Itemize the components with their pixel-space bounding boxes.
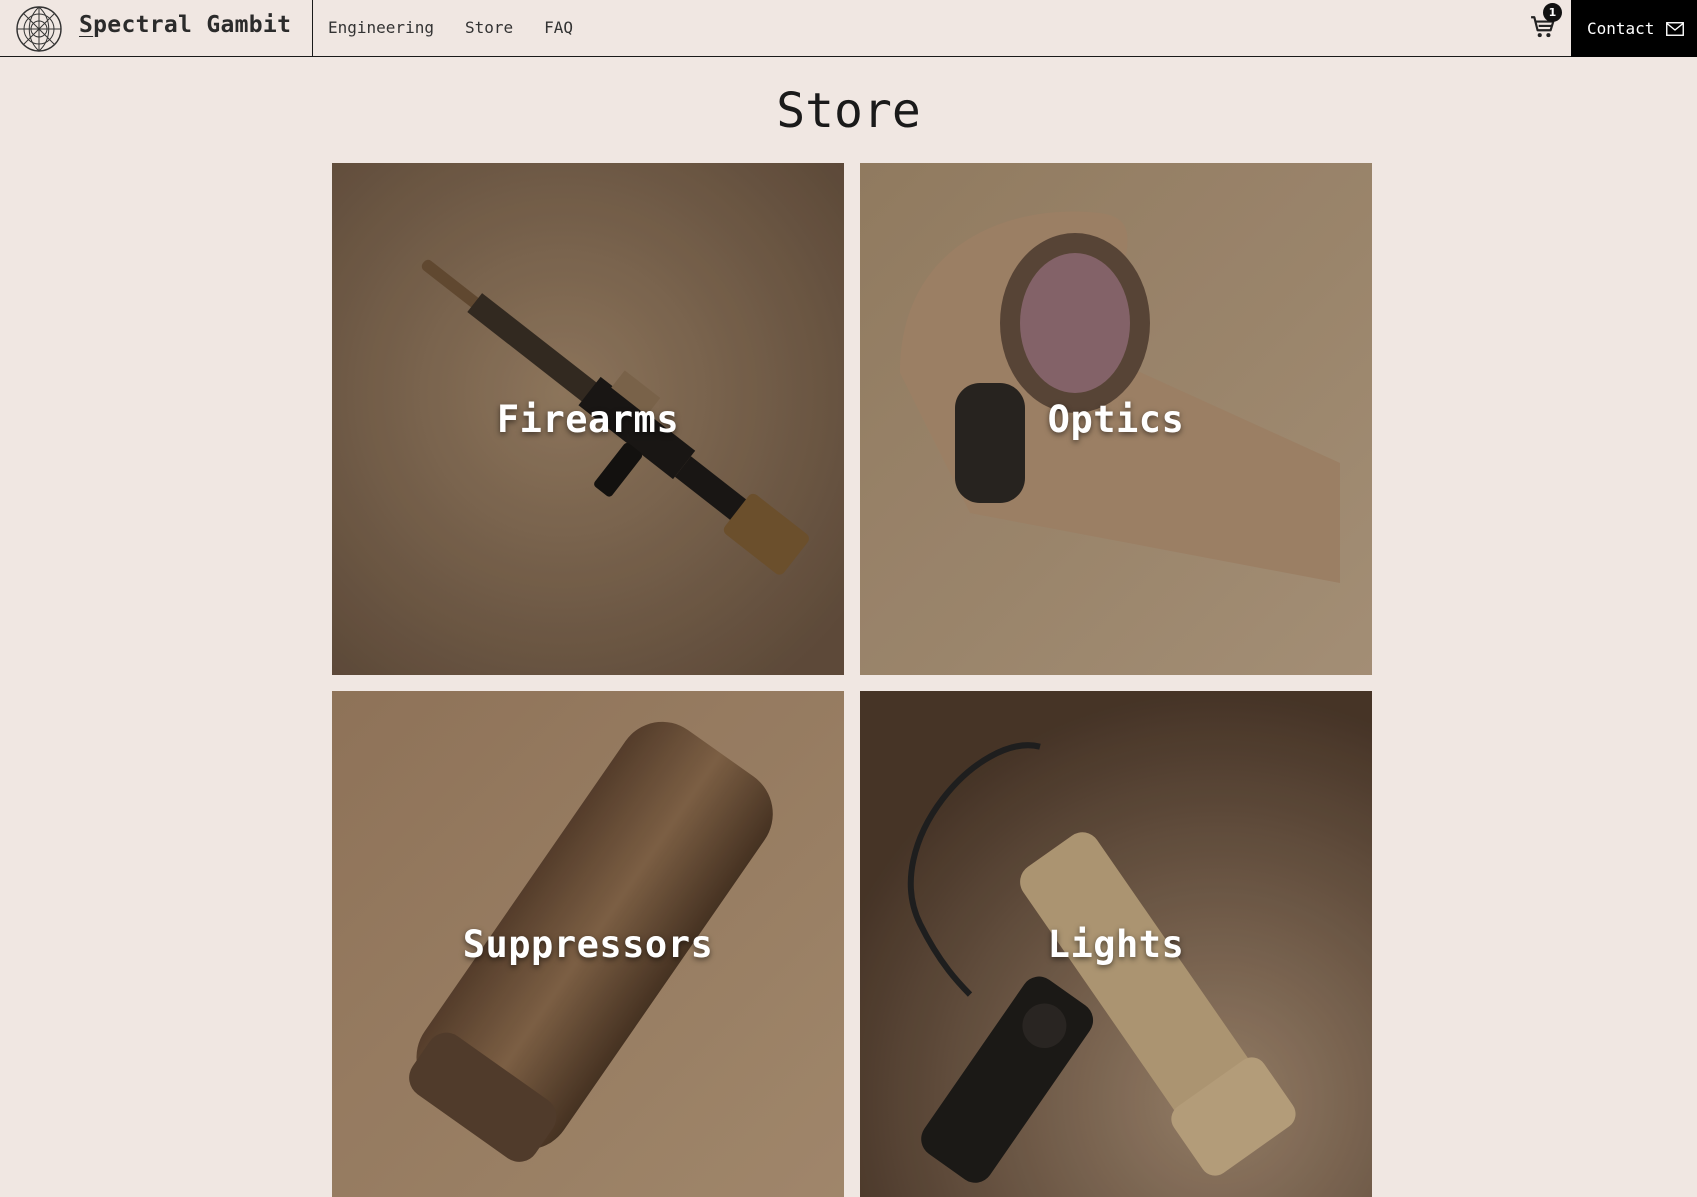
category-label: Optics [1047,397,1185,441]
top-navbar: Spectral Gambit Engineering Store FAQ 1 … [0,0,1697,57]
brand-name-first-letter: S [79,12,94,38]
mail-icon [1666,21,1685,36]
brand-name-rest: pectral Gambit [93,12,292,38]
category-label: Lights [1047,922,1185,966]
category-card-optics[interactable]: Optics [860,163,1372,675]
brand-home-link[interactable]: Spectral Gambit [0,0,313,57]
category-card-suppressors[interactable]: Suppressors [332,691,844,1197]
category-card-firearms[interactable]: Firearms [332,163,844,675]
nav-links: Engineering Store FAQ [328,18,573,37]
category-card-lights[interactable]: Lights [860,691,1372,1197]
brand-name: Spectral Gambit [79,12,291,38]
nav-link-faq[interactable]: FAQ [544,18,573,37]
contact-label: Contact [1587,19,1655,38]
nav-link-engineering[interactable]: Engineering [328,18,434,37]
globe-logo-icon [16,6,62,52]
cart-count-badge: 1 [1543,3,1562,22]
category-label: Firearms [496,397,680,441]
page-title: Store [776,83,921,139]
category-label: Suppressors [462,922,714,966]
nav-link-store[interactable]: Store [465,18,513,37]
contact-button[interactable]: Contact [1571,0,1697,57]
